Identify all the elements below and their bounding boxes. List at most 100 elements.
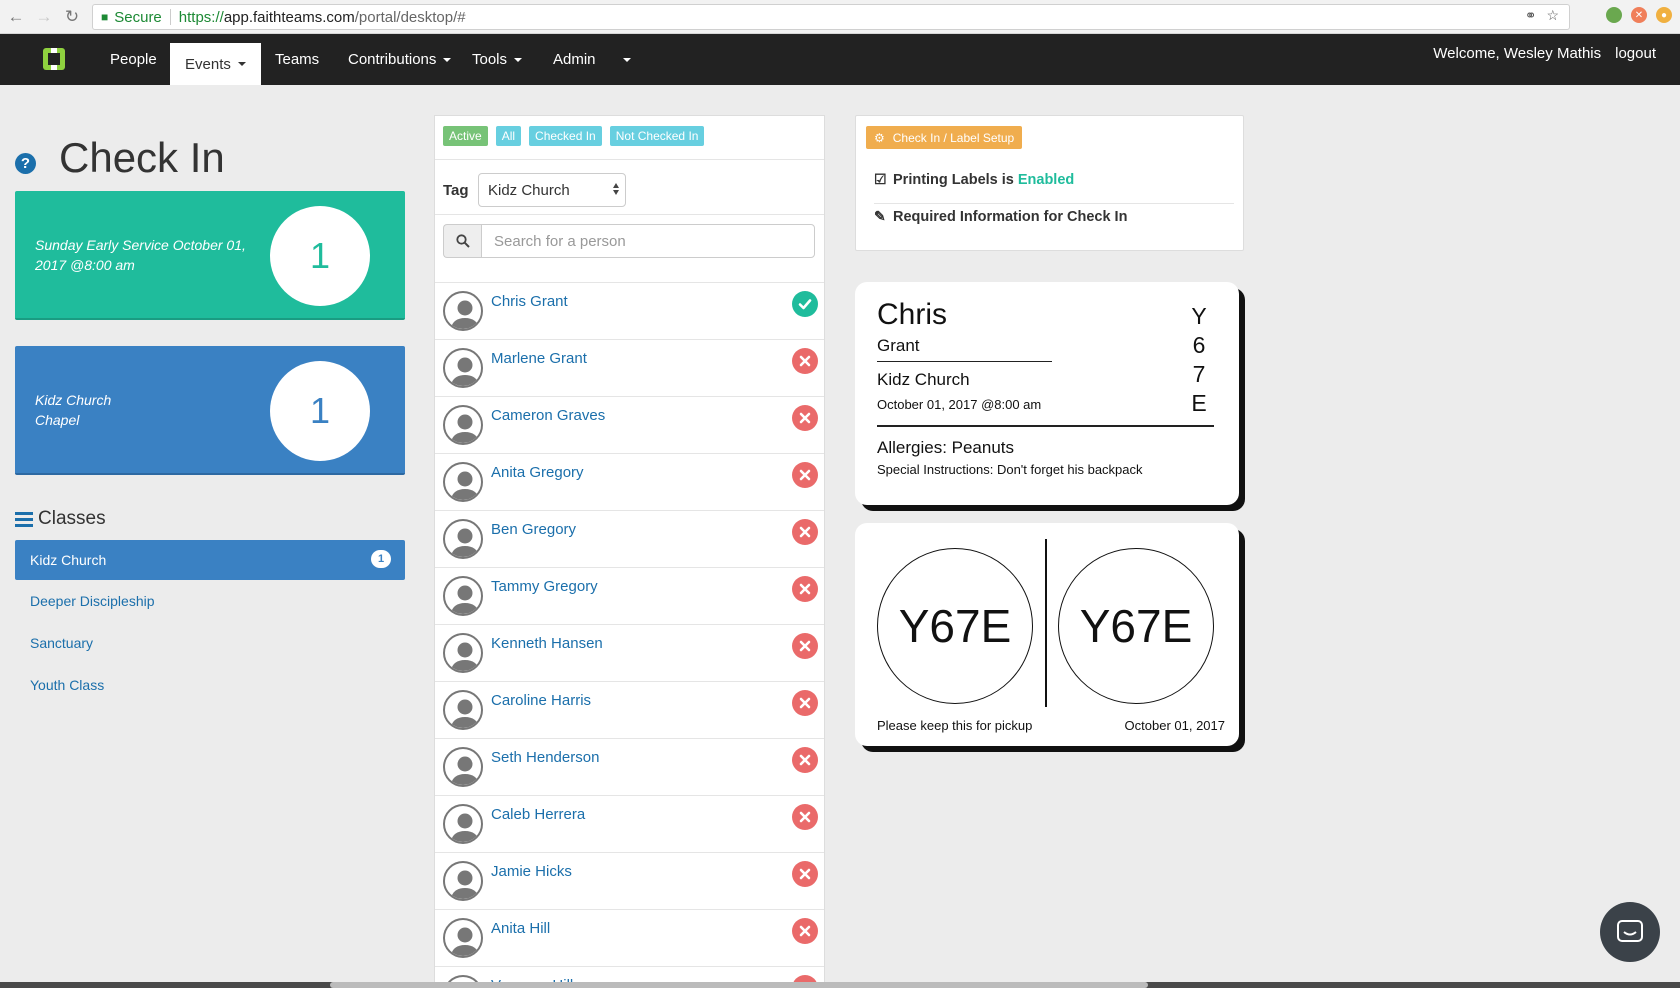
not-checked-in-icon[interactable]	[792, 519, 818, 545]
label-special-instructions: Special Instructions: Don't forget his b…	[877, 462, 1143, 477]
key-icon[interactable]: ⚭	[1525, 7, 1537, 24]
label-rule	[877, 361, 1052, 362]
printing-labels-row[interactable]: ☑ Printing Labels is Enabled	[874, 171, 1074, 188]
person-row[interactable]: Anita Gregory	[435, 453, 824, 510]
list-icon	[15, 511, 33, 527]
person-row[interactable]: Caleb Herrera	[435, 795, 824, 852]
url-host: app.faithteams.com	[223, 8, 355, 26]
pickup-code-circle: Y67E	[1058, 548, 1214, 704]
event-checkin-count: 1	[270, 206, 370, 306]
class-item-label: Youth Class	[30, 677, 105, 693]
person-name-link[interactable]: Jamie Hicks	[491, 863, 572, 880]
person-name-link[interactable]: Seth Henderson	[491, 749, 599, 766]
label-setup-button-label: Check In / Label Setup	[892, 130, 1015, 145]
horizontal-scrollbar[interactable]	[330, 982, 1148, 988]
person-row[interactable]: Kenneth Hansen	[435, 624, 824, 681]
person-name-link[interactable]: Cameron Graves	[491, 407, 605, 424]
reload-icon[interactable]: ↻	[60, 5, 84, 29]
label-setup-button[interactable]: ⚙ Check In / Label Setup	[866, 126, 1023, 149]
nav-people[interactable]: People	[95, 34, 172, 85]
tag-select[interactable]: Kidz Church	[478, 173, 626, 207]
back-icon[interactable]: ←	[4, 5, 28, 29]
search-input[interactable]	[481, 224, 815, 258]
pickup-divider	[1045, 539, 1047, 707]
pickup-date: October 01, 2017	[1124, 718, 1225, 733]
help-icon[interactable]: ?	[15, 153, 36, 174]
checked-in-icon[interactable]	[792, 291, 818, 317]
checkbox-icon: ☑	[874, 171, 887, 187]
person-name-link[interactable]: Caroline Harris	[491, 692, 591, 709]
nav-events[interactable]: Events	[170, 43, 261, 85]
event-date-line: 2017 @8:00 am	[35, 256, 135, 273]
person-name-link[interactable]: Ben Gregory	[491, 521, 576, 538]
person-name-link[interactable]: Anita Gregory	[491, 464, 584, 481]
class-item-kidz-church[interactable]: Kidz Church 1	[15, 540, 405, 580]
not-checked-in-icon[interactable]	[792, 576, 818, 602]
not-checked-in-icon[interactable]	[792, 918, 818, 944]
extension-icon[interactable]: ✕	[1631, 7, 1647, 23]
pickup-note: Please keep this for pickup	[877, 718, 1033, 733]
logout-link[interactable]: logout	[1615, 45, 1656, 62]
filter-checked-in[interactable]: Checked In	[529, 126, 602, 146]
extension-icon[interactable]: ●	[1656, 7, 1672, 23]
filter-active[interactable]: Active	[443, 126, 488, 146]
not-checked-in-icon[interactable]	[792, 462, 818, 488]
required-info-row[interactable]: ✎ Required Information for Check In	[874, 208, 1127, 225]
tag-label: Tag	[443, 182, 469, 199]
url-scheme: https://	[178, 8, 224, 26]
person-row[interactable]: Tammy Gregory	[435, 567, 824, 624]
not-checked-in-icon[interactable]	[792, 633, 818, 659]
filter-not-checked-in[interactable]: Not Checked In	[609, 126, 705, 146]
printing-labels-text: Printing Labels is	[893, 171, 1014, 188]
printing-labels-status: Enabled	[1017, 171, 1075, 188]
chat-launcher-icon[interactable]	[1600, 902, 1660, 962]
not-checked-in-icon[interactable]	[792, 405, 818, 431]
class-item-sanctuary[interactable]: Sanctuary	[15, 623, 405, 663]
required-info-text: Required Information for Check In	[893, 208, 1128, 225]
forward-icon[interactable]: →	[32, 5, 56, 29]
person-row[interactable]: Chris Grant	[435, 282, 824, 339]
nav-more-dropdown[interactable]	[608, 34, 646, 85]
not-checked-in-icon[interactable]	[792, 804, 818, 830]
address-bar[interactable]: ■ Secure https://app.faithteams.com/port…	[92, 4, 1570, 30]
person-row[interactable]: Seth Henderson	[435, 738, 824, 795]
person-name-link[interactable]: Tammy Gregory	[491, 578, 598, 595]
person-name-link[interactable]: Kenneth Hansen	[491, 635, 603, 652]
browser-toolbar: ← → ↻ ■ Secure https://app.faithteams.co…	[0, 0, 1680, 34]
bookmark-star-icon[interactable]: ☆	[1546, 7, 1559, 24]
person-row[interactable]: Caroline Harris	[435, 681, 824, 738]
not-checked-in-icon[interactable]	[792, 861, 818, 887]
nav-contributions[interactable]: Contributions	[333, 34, 466, 85]
person-row[interactable]: Anita Hill	[435, 909, 824, 966]
select-arrows-icon	[613, 183, 619, 195]
class-stat-text: Kidz Church Chapel	[35, 346, 265, 473]
person-name-link[interactable]: Anita Hill	[491, 920, 550, 937]
main-navbar: People Events Teams Contributions Tools Admin…	[0, 34, 1680, 85]
label-code-char: 6	[1192, 332, 1206, 358]
person-row[interactable]: Jamie Hicks	[435, 852, 824, 909]
search-icon	[443, 224, 481, 258]
extension-icon[interactable]	[1606, 7, 1622, 23]
person-name-link[interactable]: Marlene Grant	[491, 350, 587, 367]
not-checked-in-icon[interactable]	[792, 348, 818, 374]
person-row[interactable]: Ben Gregory	[435, 510, 824, 567]
nav-admin[interactable]: Admin	[538, 34, 611, 85]
class-item-youth-class[interactable]: Youth Class	[15, 665, 405, 705]
not-checked-in-icon[interactable]	[792, 690, 818, 716]
person-row[interactable]: Cameron Graves	[435, 396, 824, 453]
gear-icon: ⚙	[874, 130, 885, 145]
class-room-line: Chapel	[35, 411, 80, 428]
label-code-char: E	[1191, 390, 1207, 416]
class-item-deeper-discipleship[interactable]: Deeper Discipleship	[15, 581, 405, 621]
welcome-text: Welcome, Wesley Mathis	[1433, 44, 1602, 62]
filter-all[interactable]: All	[495, 126, 522, 146]
person-name-link[interactable]: Chris Grant	[491, 293, 568, 310]
nav-teams[interactable]: Teams	[260, 34, 334, 85]
person-row[interactable]: Marlene Grant	[435, 339, 824, 396]
faithteams-logo-icon[interactable]	[42, 47, 66, 71]
nav-label: Tools	[472, 51, 508, 68]
not-checked-in-icon[interactable]	[792, 747, 818, 773]
person-name-link[interactable]: Caleb Herrera	[491, 806, 585, 823]
nav-tools[interactable]: Tools	[457, 34, 537, 85]
class-item-label: Sanctuary	[30, 635, 94, 651]
